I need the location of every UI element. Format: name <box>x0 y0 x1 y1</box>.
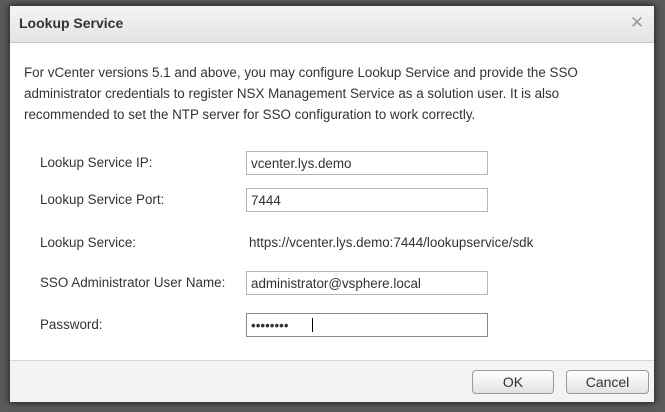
lookup-port-row: Lookup Service Port: <box>10 188 654 214</box>
dialog-body: For vCenter versions 5.1 and above, you … <box>10 43 654 361</box>
sso-user-input[interactable] <box>246 271 488 295</box>
password-label: Password: <box>40 317 103 332</box>
sso-user-row: SSO Administrator User Name: <box>10 271 654 297</box>
text-caret <box>312 318 313 332</box>
lookup-service-dialog: Lookup Service ✕ For vCenter versions 5.… <box>9 5 655 403</box>
lookup-service-url: https://vcenter.lys.demo:7444/lookupserv… <box>249 235 534 250</box>
dialog-description: For vCenter versions 5.1 and above, you … <box>24 65 578 122</box>
lookup-ip-row: Lookup Service IP: <box>10 151 654 177</box>
dialog-titlebar: Lookup Service ✕ <box>10 6 654 43</box>
dialog-footer: OK Cancel <box>10 360 654 402</box>
close-icon[interactable]: ✕ <box>628 14 646 32</box>
lookup-service-label: Lookup Service: <box>40 235 137 250</box>
cancel-button[interactable]: Cancel <box>566 370 649 394</box>
sso-user-label: SSO Administrator User Name: <box>40 275 226 290</box>
lookup-port-input[interactable] <box>246 188 488 212</box>
password-row: Password: <box>10 313 654 339</box>
dialog-title: Lookup Service <box>19 15 124 31</box>
lookup-ip-input[interactable] <box>246 151 488 175</box>
lookup-service-row: Lookup Service: https://vcenter.lys.demo… <box>10 231 654 257</box>
lookup-ip-label: Lookup Service IP: <box>40 155 153 170</box>
lookup-port-label: Lookup Service Port: <box>40 192 165 207</box>
ok-button[interactable]: OK <box>472 370 554 394</box>
password-input[interactable] <box>246 313 488 337</box>
